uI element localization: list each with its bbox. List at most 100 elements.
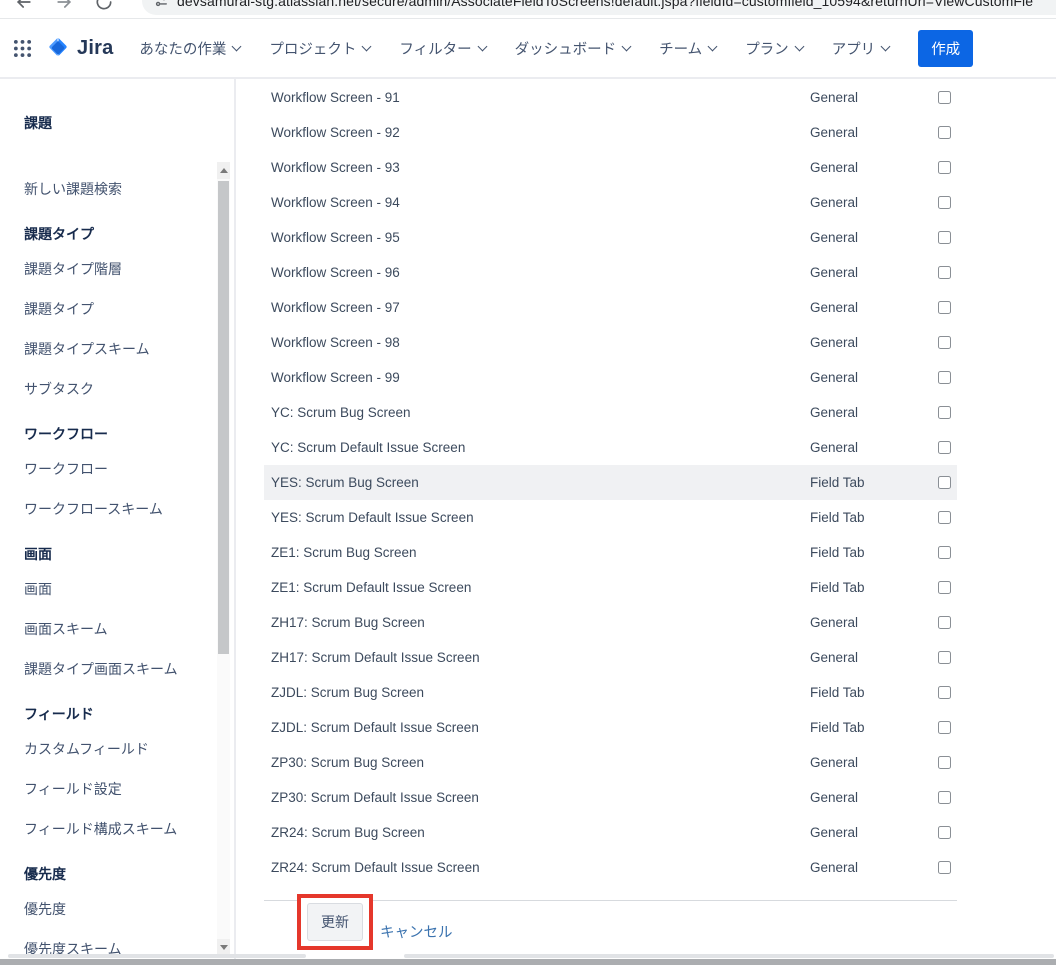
screen-checkbox[interactable] (938, 161, 951, 174)
screen-checkbox[interactable] (938, 581, 951, 594)
screen-tab: General (785, 405, 931, 420)
screen-checkbox[interactable] (938, 406, 951, 419)
browser-forward-icon[interactable] (54, 0, 74, 12)
checkbox-cell (931, 546, 951, 559)
screen-tab: Field Tab (785, 685, 931, 700)
screen-row: Workflow Screen - 99 General (264, 360, 957, 395)
app-switcher-icon[interactable] (13, 39, 32, 58)
screen-name: ZH17: Scrum Default Issue Screen (271, 650, 785, 665)
scrollbar-up-button[interactable] (217, 162, 230, 179)
nav-menu-item-label: プロジェクト (269, 38, 356, 59)
sidebar-section-issues: 課題 (0, 113, 234, 133)
red-annotation-box: 更新 (297, 894, 373, 950)
admin-sidebar: 課題 新しい課題検索 課題タイプ 課題タイプ階層 (0, 79, 236, 963)
screen-row: Workflow Screen - 98 General (264, 325, 957, 360)
sidebar-item[interactable]: フィールド (0, 698, 234, 729)
screen-tab: General (785, 265, 931, 280)
jira-logo[interactable]: Jira (46, 36, 113, 60)
sidebar-item[interactable]: 課題タイプスキーム (0, 329, 234, 369)
nav-menu-item[interactable]: プロジェクト (269, 38, 370, 59)
horizontal-scrollbar[interactable] (0, 959, 1056, 965)
sidebar-item[interactable]: 課題タイプ (0, 289, 234, 329)
sidebar-item[interactable]: 優先度 (0, 858, 234, 889)
nav-menu-item[interactable]: ダッシュボード (515, 38, 631, 59)
sidebar-item[interactable]: 画面スキーム (0, 609, 234, 649)
sidebar-item[interactable]: サブタスク (0, 369, 234, 409)
address-bar[interactable]: devsamurai-stg.atlassian.net/secure/admi… (142, 0, 1056, 15)
screens-table: Workflow Screen - 91 General Workflow Sc… (236, 80, 1056, 885)
screen-tab: Field Tab (785, 510, 931, 525)
screen-checkbox[interactable] (938, 91, 951, 104)
nav-menu-item[interactable]: プラン (745, 38, 803, 59)
inner-hscroll-track-left (8, 954, 306, 958)
screen-checkbox[interactable] (938, 756, 951, 769)
screen-checkbox[interactable] (938, 651, 951, 664)
screen-checkbox[interactable] (938, 266, 951, 279)
screen-checkbox[interactable] (938, 301, 951, 314)
screen-row: YES: Scrum Bug Screen Field Tab (264, 465, 957, 500)
sidebar-scrollbar[interactable] (217, 162, 230, 956)
sidebar-item[interactable]: ワークフロー (0, 418, 234, 449)
sidebar-item[interactable]: カスタムフィールド (0, 729, 234, 769)
screen-checkbox[interactable] (938, 826, 951, 839)
screen-checkbox[interactable] (938, 476, 951, 489)
screen-tab: General (785, 650, 931, 665)
screen-checkbox[interactable] (938, 686, 951, 699)
screen-checkbox[interactable] (938, 721, 951, 734)
checkbox-cell (931, 581, 951, 594)
nav-menu-item-label: チーム (659, 38, 702, 59)
sidebar-item[interactable]: 画面 (0, 569, 234, 609)
screen-checkbox[interactable] (938, 196, 951, 209)
screen-checkbox[interactable] (938, 441, 951, 454)
screen-checkbox[interactable] (938, 616, 951, 629)
sidebar-item[interactable]: 新しい課題検索 (0, 169, 234, 209)
screen-tab: General (785, 790, 931, 805)
screen-row: ZE1: Scrum Bug Screen Field Tab (264, 535, 957, 570)
sidebar-item[interactable]: ワークフロー (0, 449, 234, 489)
update-button[interactable]: 更新 (307, 903, 363, 941)
cancel-link[interactable]: キャンセル (380, 921, 453, 942)
screen-name: Workflow Screen - 92 (271, 125, 785, 140)
checkbox-cell (931, 651, 951, 664)
sidebar-item[interactable]: フィールド構成スキーム (0, 809, 234, 849)
screen-checkbox[interactable] (938, 126, 951, 139)
sidebar-item[interactable]: 課題タイプ階層 (0, 249, 234, 289)
screen-row: ZR24: Scrum Bug Screen General (264, 815, 957, 850)
browser-refresh-icon[interactable] (94, 0, 114, 12)
screen-name: ZJDL: Scrum Bug Screen (271, 685, 785, 700)
screen-tab: General (785, 370, 931, 385)
nav-menu-item[interactable]: あなたの作業 (139, 38, 240, 59)
nav-menu-item[interactable]: チーム (659, 38, 716, 59)
browser-back-icon[interactable] (14, 0, 34, 12)
screen-checkbox[interactable] (938, 861, 951, 874)
screen-tab: General (785, 90, 931, 105)
screen-checkbox[interactable] (938, 371, 951, 384)
screen-name: Workflow Screen - 94 (271, 195, 785, 210)
screen-checkbox[interactable] (938, 511, 951, 524)
tune-icon[interactable] (154, 0, 168, 8)
screen-row: Workflow Screen - 95 General (264, 220, 957, 255)
screen-checkbox[interactable] (938, 231, 951, 244)
screen-name: Workflow Screen - 97 (271, 300, 785, 315)
sidebar-item-label: ワークフロースキーム (24, 499, 163, 519)
screen-name: YES: Scrum Default Issue Screen (271, 510, 785, 525)
create-button[interactable]: 作成 (918, 30, 973, 67)
sidebar-item[interactable]: 課題タイプ画面スキーム (0, 649, 234, 689)
sidebar-item[interactable]: フィールド設定 (0, 769, 234, 809)
screen-name: YC: Scrum Bug Screen (271, 405, 785, 420)
screen-checkbox[interactable] (938, 546, 951, 559)
screen-checkbox[interactable] (938, 791, 951, 804)
sidebar-item[interactable]: 優先度 (0, 889, 234, 929)
sidebar-item[interactable]: 課題タイプ (0, 218, 234, 249)
checkbox-cell (931, 336, 951, 349)
sidebar-item-label: 画面 (24, 544, 52, 564)
nav-menu-item[interactable]: フィルター (399, 38, 485, 59)
screen-row: Workflow Screen - 93 General (264, 150, 957, 185)
sidebar-item[interactable]: ワークフロースキーム (0, 489, 234, 529)
screen-checkbox[interactable] (938, 336, 951, 349)
sidebar-item-label: フィールド設定 (24, 779, 122, 799)
nav-menu-item[interactable]: アプリ (832, 38, 890, 59)
scrollbar-thumb[interactable] (218, 181, 229, 654)
sidebar-item[interactable]: 画面 (0, 538, 234, 569)
checkbox-cell (931, 616, 951, 629)
